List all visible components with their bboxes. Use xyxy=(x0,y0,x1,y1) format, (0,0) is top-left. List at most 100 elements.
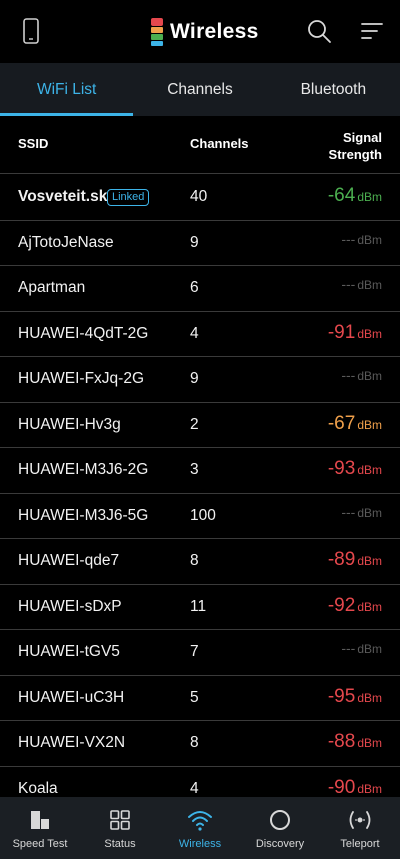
tab-wifi-list[interactable]: WiFi List xyxy=(0,63,134,116)
signal-strength: -95 dBm xyxy=(328,686,382,708)
signal-strength: -91 dBm xyxy=(328,322,382,344)
channel-value: 8 xyxy=(190,734,199,751)
list-item[interactable]: HUAWEI-qde7 8 -89 dBm xyxy=(0,539,400,585)
list-item[interactable]: HUAWEI-FxJq-2G 9 --- dBm xyxy=(0,357,400,403)
search-icon[interactable] xyxy=(306,18,332,44)
app-logo-icon xyxy=(151,18,163,46)
ssid-label: Apartman xyxy=(18,279,86,296)
signal-unit: dBm xyxy=(357,781,382,796)
channel-value: 100 xyxy=(190,506,216,524)
ssid-label: Koala xyxy=(18,779,58,797)
list-item[interactable]: HUAWEI-tGV5 7 --- dBm xyxy=(0,630,400,676)
list-item[interactable]: HUAWEI-uC3H 5 -95 dBm xyxy=(0,676,400,721)
channel-value: 8 xyxy=(190,552,199,569)
nav-discovery[interactable]: Discovery xyxy=(240,797,320,859)
list-item[interactable]: AjTotoJeNase 9 --- dBm xyxy=(0,221,400,266)
nav-teleport[interactable]: Teleport xyxy=(320,797,400,859)
signal-strength: -92 dBm xyxy=(328,595,382,617)
sort-filter-icon[interactable] xyxy=(359,20,385,42)
teleport-icon xyxy=(347,807,373,833)
signal-value: -89 xyxy=(327,549,356,570)
list-item[interactable]: Apartman 6 --- dBm xyxy=(0,266,400,312)
signal-unit: dBm xyxy=(357,463,382,477)
signal-value: -88 xyxy=(327,731,356,752)
channel-value: 4 xyxy=(190,779,199,797)
signal-strength: -93 dBm xyxy=(328,458,382,480)
signal-strength: --- dBm xyxy=(341,504,382,522)
ssid-label: HUAWEI-4QdT-2G xyxy=(18,324,149,342)
signal-value: -93 xyxy=(327,458,356,479)
list-item[interactable]: Vosveteit.sk Linked 40 -64 dBm xyxy=(0,175,400,221)
signal-unit: dBm xyxy=(357,278,382,292)
tab-channels[interactable]: Channels xyxy=(133,63,266,116)
circle-icon xyxy=(267,807,293,833)
ssid-label: HUAWEI-qde7 xyxy=(18,552,120,569)
channel-value: 9 xyxy=(190,370,199,387)
app-brand: Wireless xyxy=(150,16,259,48)
nav-label: Wireless xyxy=(178,838,222,850)
signal-unit: dBm xyxy=(357,599,382,614)
nav-status[interactable]: Status xyxy=(80,797,160,859)
ssid-label: Vosveteit.sk xyxy=(18,188,108,205)
signal-unit: dBm xyxy=(357,369,382,383)
signal-unit: dBm xyxy=(357,190,382,204)
wifi-icon xyxy=(187,807,213,833)
channel-value: 9 xyxy=(190,233,199,251)
linked-badge: Linked xyxy=(107,189,150,206)
channel-value: 4 xyxy=(190,324,199,342)
ssid-label: HUAWEI-sDxP xyxy=(18,597,122,615)
channel-value: 6 xyxy=(190,279,199,296)
nav-label: Status xyxy=(104,838,136,850)
phone-device-icon[interactable] xyxy=(22,18,40,44)
list-item[interactable]: HUAWEI-sDxP 11 -92 dBm xyxy=(0,585,400,630)
signal-strength: -89 dBm xyxy=(328,549,382,571)
ssid-label: HUAWEI-M3J6-2G xyxy=(18,461,149,478)
tab-bar: WiFi List Channels Bluetooth xyxy=(0,63,400,116)
signal-strength: -64 dBm xyxy=(328,185,382,207)
signal-unit: dBm xyxy=(357,736,382,750)
nav-label: Discovery xyxy=(255,838,305,850)
signal-unit: dBm xyxy=(357,642,382,656)
table-header: SSID Channels Signal Strength xyxy=(0,116,400,174)
signal-strength: -67 dBm xyxy=(328,413,382,435)
signal-strength: --- dBm xyxy=(341,231,382,249)
list-item[interactable]: HUAWEI-4QdT-2G 4 -91 dBm xyxy=(0,312,400,357)
tab-bluetooth[interactable]: Bluetooth xyxy=(267,63,400,116)
signal-value: --- xyxy=(341,367,356,383)
top-bar: Wireless xyxy=(0,0,400,63)
list-item[interactable]: HUAWEI-VX2N 8 -88 dBm xyxy=(0,721,400,767)
list-item[interactable]: HUAWEI-Hv3g 2 -67 dBm xyxy=(0,403,400,448)
channel-value: 2 xyxy=(190,415,199,433)
list-item[interactable]: HUAWEI-M3J6-5G 100 --- dBm xyxy=(0,494,400,539)
signal-value: -64 xyxy=(327,185,356,206)
nav-wireless[interactable]: Wireless xyxy=(160,797,240,859)
nav-label: Teleport xyxy=(340,838,380,850)
bottom-nav: Speed Test Status Wireless Discovery Tel… xyxy=(0,797,400,859)
channel-value: 7 xyxy=(190,643,199,660)
nav-speed-test[interactable]: Speed Test xyxy=(0,797,80,859)
signal-strength: -88 dBm xyxy=(328,731,382,753)
page-title: Wireless xyxy=(170,20,259,43)
column-header-ssid[interactable]: SSID xyxy=(18,136,48,151)
list-item[interactable]: HUAWEI-M3J6-2G 3 -93 dBm xyxy=(0,448,400,494)
signal-unit: dBm xyxy=(357,554,382,568)
column-header-signal-line1: Signal xyxy=(342,130,382,145)
channel-value: 3 xyxy=(190,461,199,478)
ssid-label: HUAWEI-M3J6-5G xyxy=(18,506,149,524)
signal-value: -91 xyxy=(327,321,356,343)
signal-strength: --- dBm xyxy=(341,640,382,658)
column-header-channels[interactable]: Channels xyxy=(190,136,249,151)
signal-value: -90 xyxy=(327,776,356,798)
signal-strength: --- dBm xyxy=(341,367,382,385)
signal-unit: dBm xyxy=(357,326,382,341)
signal-unit: dBm xyxy=(357,417,382,432)
ssid-label: AjTotoJeNase xyxy=(18,233,114,251)
signal-value: -67 xyxy=(327,412,356,434)
signal-unit: dBm xyxy=(357,505,382,520)
list-item[interactable]: Koala 4 -90 dBm xyxy=(0,767,400,798)
signal-strength: --- dBm xyxy=(341,276,382,294)
channel-value: 40 xyxy=(190,188,208,205)
channel-value: 5 xyxy=(190,688,199,706)
column-header-signal[interactable]: Signal Strength xyxy=(302,129,382,163)
ssid-label: HUAWEI-uC3H xyxy=(18,688,125,706)
